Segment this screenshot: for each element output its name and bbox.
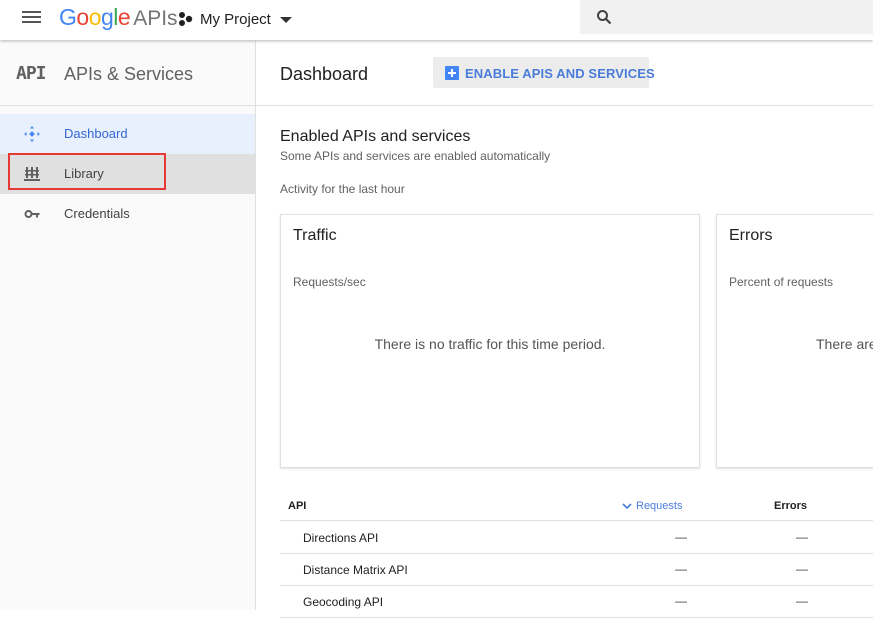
hamburger-menu-icon[interactable] xyxy=(22,9,42,25)
search-input[interactable] xyxy=(624,0,868,36)
sidebar-item-label: Credentials xyxy=(64,206,130,221)
api-name-link[interactable]: Directions API xyxy=(303,531,378,545)
enable-apis-button[interactable]: ENABLE APIS AND SERVICES xyxy=(433,57,655,88)
page-title: Dashboard xyxy=(280,64,369,84)
sidebar-item-dashboard[interactable]: Dashboard xyxy=(0,114,255,154)
section-title: Enabled APIs and services xyxy=(280,128,471,145)
chevron-down-icon xyxy=(279,17,292,23)
requests-value: — xyxy=(675,562,687,576)
requests-value: — xyxy=(675,594,687,608)
api-name-link[interactable]: Geocoding API xyxy=(303,595,383,609)
table-row[interactable]: Geocoding API — — xyxy=(280,585,873,618)
no-traffic-message: There is no traffic for this time period… xyxy=(374,336,606,352)
sidebar: API APIs & Services Dashboard Library Cr… xyxy=(0,41,256,610)
traffic-card: Traffic Requests/sec There is no traffic… xyxy=(280,214,700,468)
table-row[interactable]: Distance Matrix API — — xyxy=(280,553,873,586)
table-header: API Requests Errors xyxy=(280,490,873,521)
card-title: Traffic xyxy=(293,227,337,244)
project-selector[interactable]: My Project xyxy=(178,9,292,29)
library-icon xyxy=(24,167,40,181)
errors-card: Errors Percent of requests There are xyxy=(716,214,873,468)
sidebar-item-label: Dashboard xyxy=(64,126,128,141)
main-header: Dashboard ENABLE APIS AND SERVICES xyxy=(256,41,873,106)
activity-label: Activity for the last hour xyxy=(280,182,405,196)
plus-icon xyxy=(445,66,459,80)
no-errors-message: There are xyxy=(816,336,873,352)
section-subtitle: Some APIs and services are enabled autom… xyxy=(280,149,551,163)
search-bar[interactable] xyxy=(580,0,873,36)
card-title: Errors xyxy=(729,227,773,244)
sort-chevron-down-icon xyxy=(622,503,632,510)
sidebar-item-credentials[interactable]: Credentials xyxy=(0,194,255,234)
top-bar: Google APIs My Project xyxy=(0,0,873,40)
sidebar-item-library[interactable]: Library xyxy=(0,154,255,194)
api-name-link[interactable]: Distance Matrix API xyxy=(303,563,408,577)
project-icon xyxy=(179,12,193,26)
enable-apis-button-label: ENABLE APIS AND SERVICES xyxy=(465,66,655,81)
column-header-errors[interactable]: Errors xyxy=(774,500,807,512)
requests-value: — xyxy=(675,530,687,544)
api-logo-icon: API xyxy=(16,63,46,84)
sidebar-title: APIs & Services xyxy=(64,64,194,84)
errors-value: — xyxy=(796,530,808,544)
dashboard-icon xyxy=(24,126,40,142)
card-subtitle: Percent of requests xyxy=(729,275,834,289)
project-name: My Project xyxy=(200,10,271,28)
search-icon xyxy=(597,10,612,25)
errors-value: — xyxy=(796,594,808,608)
sidebar-header: API APIs & Services xyxy=(0,41,255,106)
column-header-api[interactable]: API xyxy=(288,500,306,512)
sidebar-item-label: Library xyxy=(64,166,104,181)
google-apis-logo[interactable]: Google APIs xyxy=(59,4,178,31)
key-icon xyxy=(24,210,40,218)
table-row[interactable]: Directions API — — xyxy=(280,521,873,554)
column-header-requests[interactable]: Requests xyxy=(622,500,682,512)
card-subtitle: Requests/sec xyxy=(293,275,366,289)
errors-value: — xyxy=(796,562,808,576)
